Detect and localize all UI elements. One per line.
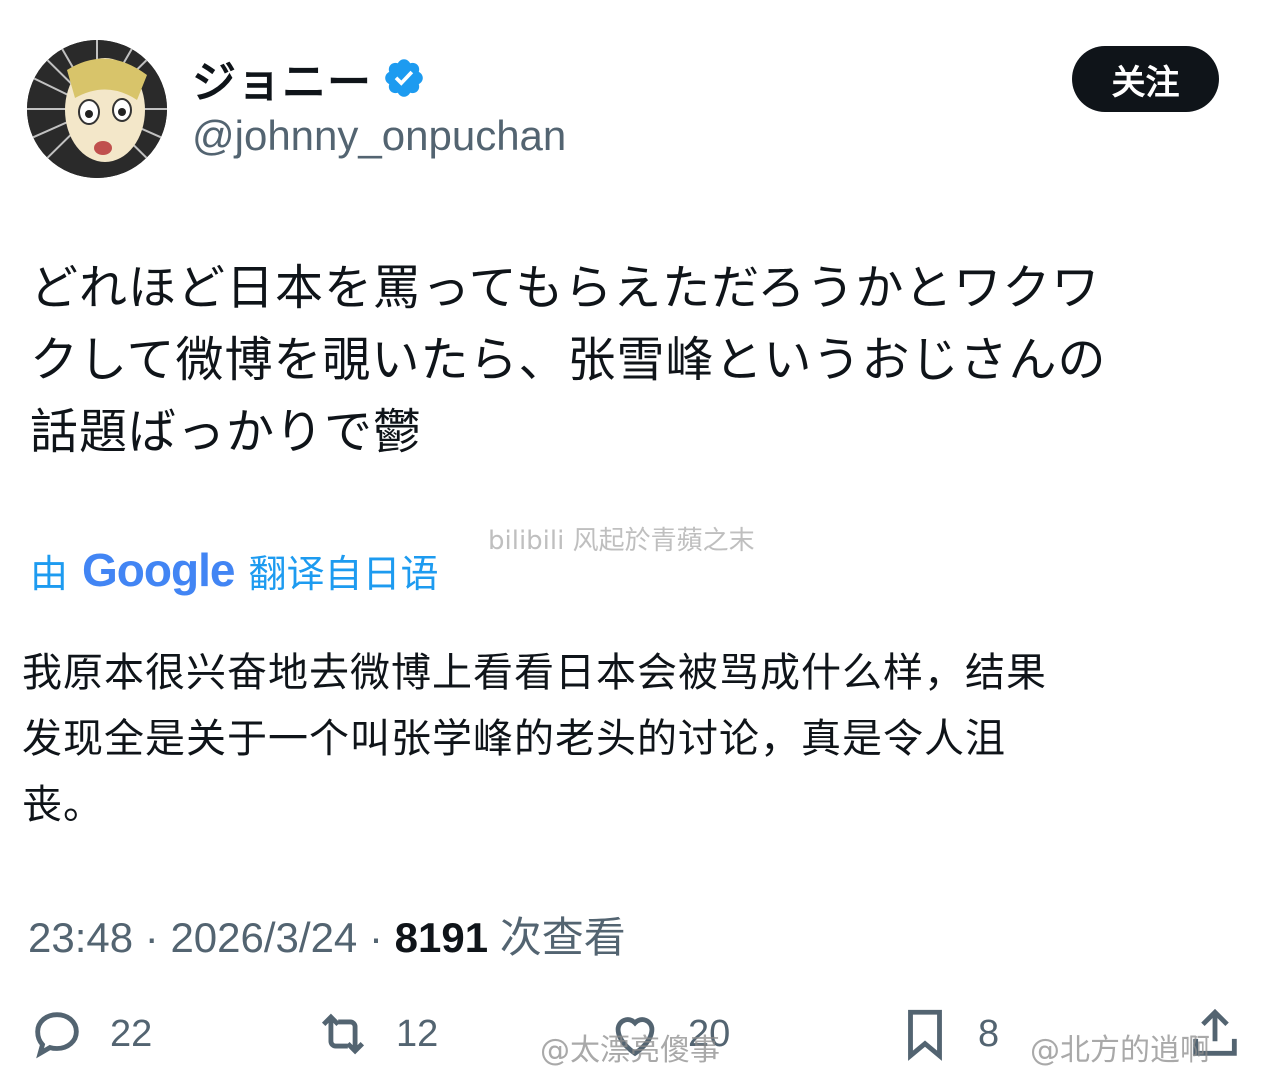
meta-separator: · [144, 914, 171, 961]
google-logo-text: Google [82, 544, 235, 596]
bilibili-watermark: bilibili 风起於青蘋之末 [488, 526, 755, 556]
user-handle[interactable]: @johnny_onpuchan [192, 112, 566, 160]
translated-text-line: 我原本很兴奋地去微博上看看日本会被骂成什么样，结果 [22, 650, 1047, 696]
tweet-text-line: 話題ばっかりで鬱 [30, 404, 423, 460]
google-logo: Google [82, 543, 235, 597]
meta-separator: · [368, 914, 395, 961]
bookmark-button[interactable]: 8 [896, 1005, 999, 1063]
reply-icon [35, 1012, 79, 1059]
reply-button[interactable]: 22 [28, 1005, 152, 1063]
views-count: 8191 [394, 914, 489, 961]
repost-button[interactable]: 12 [314, 1005, 438, 1063]
translated-text: 我原本很兴奋地去微博上看看日本会被骂成什么样，结果 发现全是关于一个叫张学峰的老… [22, 640, 1222, 838]
display-name-text: ジョニー [192, 57, 372, 108]
tweet-text: どれほど日本を罵ってもらえただろうかとワクワ クして微博を覗いたら、张雪峰という… [30, 252, 1210, 468]
tweet-time[interactable]: 23:48 [28, 914, 133, 961]
views-label: 次查看 [499, 913, 626, 962]
bookmark-count: 8 [978, 1012, 1000, 1055]
bookmark-icon [908, 1009, 942, 1061]
translation-attribution[interactable]: 由 Google 翻译自日语 [30, 540, 438, 600]
tweet-text-line: クして微博を覗いたら、张雪峰というおじさんの [30, 332, 1107, 388]
translated-text-line: 发现全是关于一个叫张学峰的老头的讨论，真是令人沮 [22, 716, 1006, 762]
display-name[interactable]: ジョニー [192, 46, 426, 110]
repost-icon [321, 1013, 365, 1055]
reply-count: 22 [110, 1012, 153, 1055]
repost-count: 12 [396, 1012, 439, 1055]
tweet-text-line: どれほど日本を罵ってもらえただろうかとワクワ [30, 260, 1101, 316]
avatar[interactable] [27, 40, 167, 178]
weibo-watermark: @北方的逍啊 [1030, 1033, 1210, 1068]
verified-badge-icon [385, 59, 423, 97]
translated-text-line: 丧。 [22, 782, 104, 828]
follow-button[interactable]: 关注 [1072, 46, 1219, 112]
translation-prefix: 由 [30, 551, 69, 596]
tweet-meta: 23:48 · 2026/3/24 · 8191 次查看 [28, 904, 626, 965]
translation-suffix: 翻译自日语 [248, 551, 439, 596]
tweet-date[interactable]: 2026/3/24 [170, 914, 357, 961]
weibo-watermark: @太漂亮傻事 [540, 1033, 720, 1068]
